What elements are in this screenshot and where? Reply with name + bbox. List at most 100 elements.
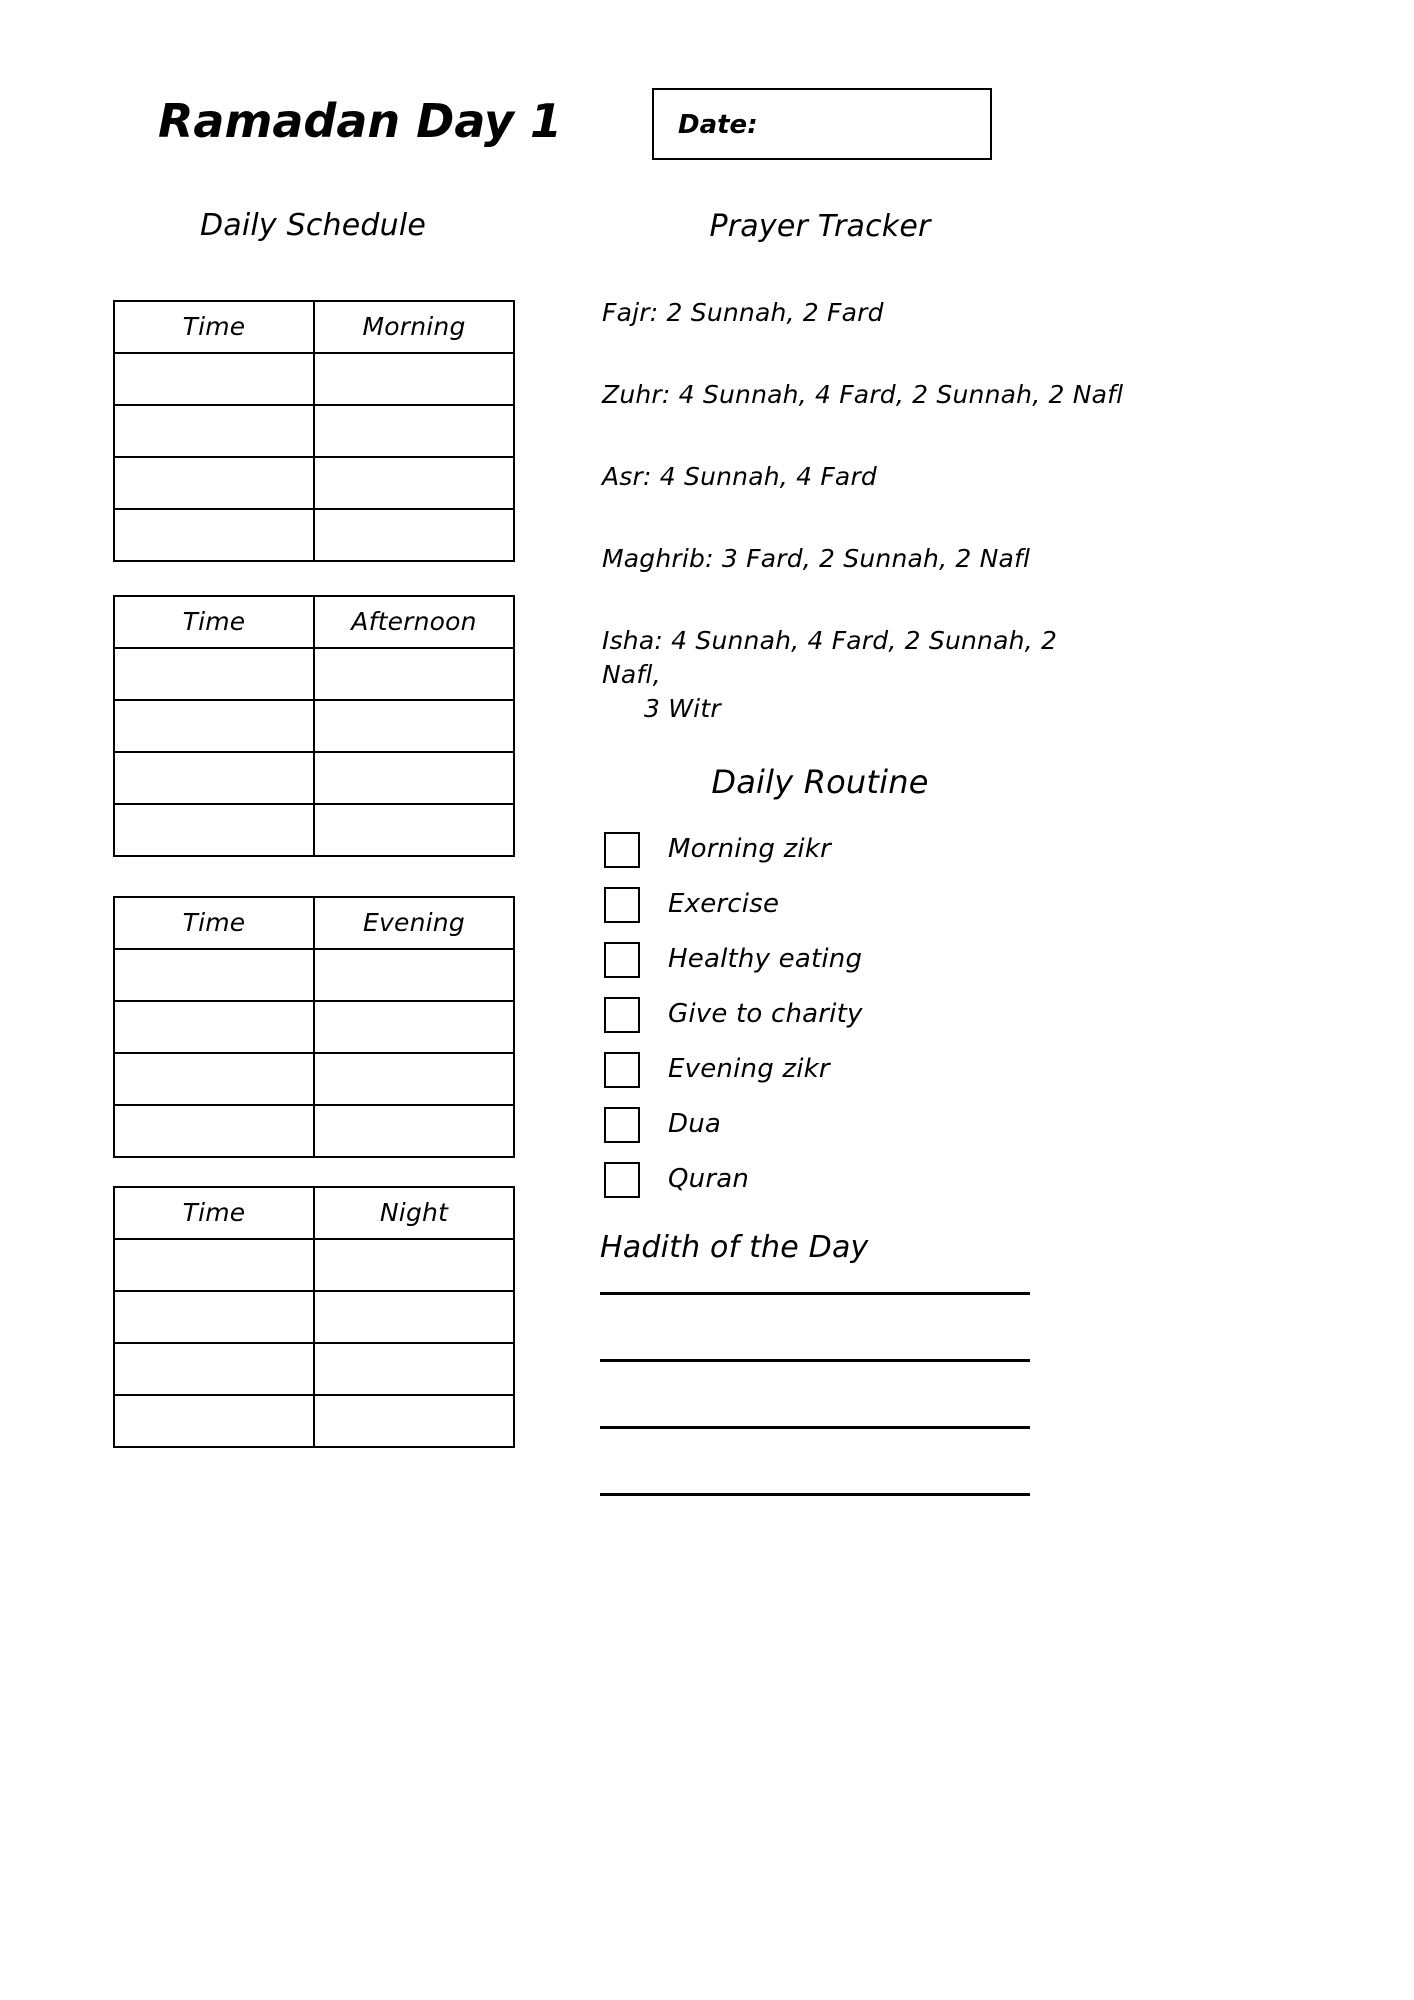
table-row: [113, 1342, 515, 1396]
daily-routine-list: Morning zikr Exercise Healthy eating Giv…: [604, 826, 1044, 1211]
cell-time[interactable]: [113, 647, 315, 701]
cell-time[interactable]: [113, 352, 315, 406]
prayer-entry-maghrib: Maghrib: 3 Fard, 2 Sunnah, 2 Nafl: [602, 544, 1031, 573]
column-header-time: Time: [113, 300, 315, 354]
cell-time[interactable]: [113, 1104, 315, 1158]
column-header-period: Afternoon: [313, 595, 515, 649]
table-row: [113, 1052, 515, 1106]
routine-item-label: Healthy eating: [668, 944, 863, 974]
cell-time[interactable]: [113, 1394, 315, 1448]
prayer-tracker-heading: Prayer Tracker: [709, 209, 931, 244]
column-header-time: Time: [113, 595, 315, 649]
cell-time[interactable]: [113, 1342, 315, 1396]
cell-activity[interactable]: [313, 404, 515, 458]
routine-item-label: Evening zikr: [668, 1054, 830, 1084]
cell-activity[interactable]: [313, 1394, 515, 1448]
table-row: [113, 803, 515, 857]
cell-time[interactable]: [113, 404, 315, 458]
list-item[interactable]: Exercise: [604, 881, 1044, 936]
checkbox-icon[interactable]: [604, 1052, 640, 1088]
cell-activity[interactable]: [313, 1000, 515, 1054]
schedule-table-morning: Time Morning: [113, 300, 515, 562]
checkbox-icon[interactable]: [604, 997, 640, 1033]
cell-time[interactable]: [113, 948, 315, 1002]
daily-schedule-column: Daily Schedule Time Morning Time Afterno…: [0, 0, 560, 2000]
cell-activity[interactable]: [313, 948, 515, 1002]
table-row: [113, 1394, 515, 1448]
cell-activity[interactable]: [313, 352, 515, 406]
cell-time[interactable]: [113, 699, 315, 753]
cell-activity[interactable]: [313, 1238, 515, 1292]
cell-activity[interactable]: [313, 508, 515, 562]
cell-time[interactable]: [113, 1000, 315, 1054]
writing-rule[interactable]: [600, 1426, 1030, 1429]
routine-item-label: Dua: [668, 1109, 722, 1139]
cell-activity[interactable]: [313, 1104, 515, 1158]
schedule-table-evening: Time Evening: [113, 896, 515, 1158]
prayer-entry-fajr: Fajr: 2 Sunnah, 2 Fard: [602, 298, 884, 327]
hadith-heading: Hadith of the Day: [600, 1230, 869, 1265]
list-item[interactable]: Morning zikr: [604, 826, 1044, 881]
table-row: [113, 1290, 515, 1344]
table-row: [113, 1000, 515, 1054]
table-header-row: Time Afternoon: [113, 595, 515, 649]
prayer-entry-asr: Asr: 4 Sunnah, 4 Fard: [602, 462, 877, 491]
cell-activity[interactable]: [313, 803, 515, 857]
daily-routine-heading: Daily Routine: [711, 763, 929, 801]
hadith-writing-area[interactable]: [600, 1292, 1030, 1496]
cell-time[interactable]: [113, 508, 315, 562]
list-item[interactable]: Evening zikr: [604, 1046, 1044, 1101]
cell-time[interactable]: [113, 1238, 315, 1292]
table-header-row: Time Morning: [113, 300, 515, 354]
table-row: [113, 1104, 515, 1158]
column-header-period: Morning: [313, 300, 515, 354]
cell-time[interactable]: [113, 456, 315, 510]
cell-activity[interactable]: [313, 1290, 515, 1344]
table-row: [113, 948, 515, 1002]
prayer-tracker-list: Fajr: 2 Sunnah, 2 Fard Zuhr: 4 Sunnah, 4…: [602, 296, 1124, 768]
cell-activity[interactable]: [313, 751, 515, 805]
table-row: [113, 456, 515, 510]
checkbox-icon[interactable]: [604, 942, 640, 978]
table-row: [113, 751, 515, 805]
table-header-row: Time Night: [113, 1186, 515, 1240]
column-header-period: Evening: [313, 896, 515, 950]
schedule-table-afternoon: Time Afternoon: [113, 595, 515, 857]
list-item[interactable]: Give to charity: [604, 991, 1044, 1046]
table-row: [113, 1238, 515, 1292]
cell-activity[interactable]: [313, 1052, 515, 1106]
cell-activity[interactable]: [313, 1342, 515, 1396]
cell-activity[interactable]: [313, 699, 515, 753]
prayer-entry-zuhr: Zuhr: 4 Sunnah, 4 Fard, 2 Sunnah, 2 Nafl: [602, 380, 1124, 409]
writing-rule[interactable]: [600, 1292, 1030, 1295]
cell-time[interactable]: [113, 1290, 315, 1344]
routine-item-label: Give to charity: [668, 999, 863, 1029]
checkbox-icon[interactable]: [604, 1107, 640, 1143]
list-item[interactable]: Dua: [604, 1101, 1044, 1156]
routine-item-label: Exercise: [668, 889, 780, 919]
table-header-row: Time Evening: [113, 896, 515, 950]
list-item[interactable]: Quran: [604, 1156, 1044, 1211]
column-header-period: Night: [313, 1186, 515, 1240]
table-row: [113, 508, 515, 562]
prayer-entry-isha: Isha: 4 Sunnah, 4 Fard, 2 Sunnah, 2 Nafl…: [602, 624, 1072, 726]
schedule-table-night: Time Night: [113, 1186, 515, 1448]
cell-time[interactable]: [113, 1052, 315, 1106]
checkbox-icon[interactable]: [604, 1162, 640, 1198]
daily-schedule-heading: Daily Schedule: [199, 208, 427, 243]
writing-rule[interactable]: [600, 1493, 1030, 1496]
cell-activity[interactable]: [313, 647, 515, 701]
tracker-column: Prayer Tracker Fajr: 2 Sunnah, 2 Fard Zu…: [560, 0, 1414, 2000]
checkbox-icon[interactable]: [604, 832, 640, 868]
list-item[interactable]: Healthy eating: [604, 936, 1044, 991]
table-row: [113, 404, 515, 458]
column-header-time: Time: [113, 1186, 315, 1240]
table-row: [113, 699, 515, 753]
cell-activity[interactable]: [313, 456, 515, 510]
planner-page: Ramadan Day 1 Date: Daily Schedule Time …: [0, 0, 1414, 2000]
writing-rule[interactable]: [600, 1359, 1030, 1362]
cell-time[interactable]: [113, 803, 315, 857]
cell-time[interactable]: [113, 751, 315, 805]
table-row: [113, 647, 515, 701]
checkbox-icon[interactable]: [604, 887, 640, 923]
